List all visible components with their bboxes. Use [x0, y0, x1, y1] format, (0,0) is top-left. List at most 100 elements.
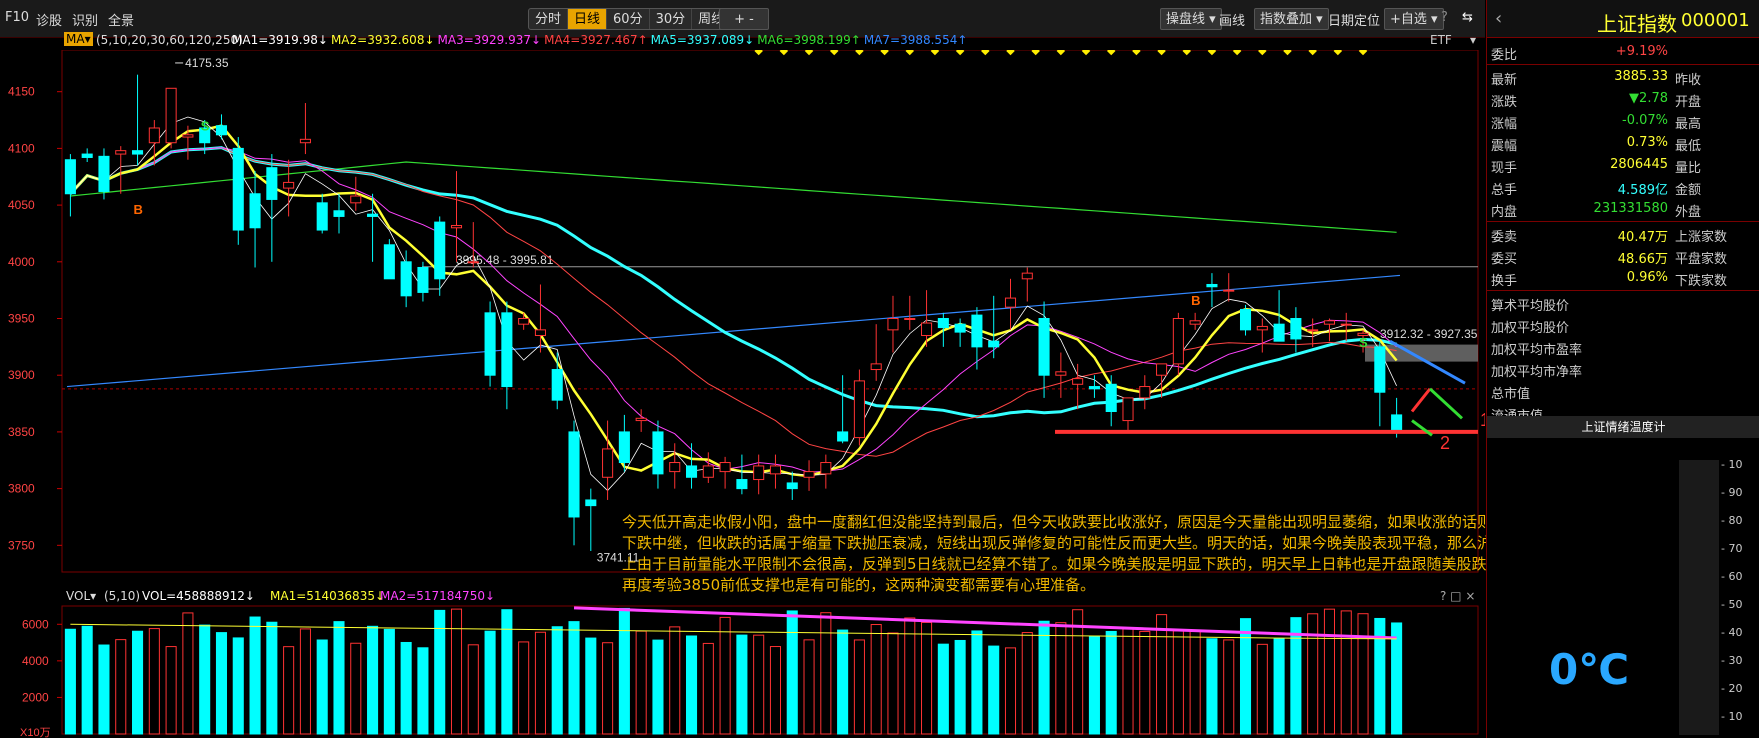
candle-body — [1021, 272, 1033, 280]
volume-bar — [333, 621, 345, 735]
volume-bar — [618, 607, 630, 735]
candle-body — [1374, 346, 1386, 393]
candle-body — [266, 167, 278, 200]
signal-diamond — [754, 50, 763, 56]
ma-params: (5,10,20,30,60,120,250) — [96, 33, 243, 47]
volume-bar — [1139, 630, 1151, 735]
volume-bar — [316, 639, 328, 735]
quote-label: 总手 — [1491, 183, 1518, 198]
candle-body — [1256, 325, 1268, 331]
date-locate-button[interactable]: 日期定位 — [1328, 10, 1380, 29]
quote-label: 涨幅 — [1491, 117, 1518, 132]
volume-bar — [1323, 608, 1335, 735]
strategy-line-button[interactable]: 操盘线 ▾ — [1160, 8, 1222, 30]
candle-body — [518, 318, 530, 325]
quote-value: 2806445 — [1610, 157, 1668, 172]
volume-bar — [820, 612, 832, 735]
signal-diamond — [1308, 50, 1317, 56]
volume-bar — [1105, 630, 1117, 735]
exit-icon[interactable]: ⇆ — [1462, 10, 1473, 25]
volume-bar — [803, 639, 815, 735]
help-icon[interactable]: ? — [1441, 10, 1448, 25]
volume-bar — [786, 610, 798, 735]
volume-bar — [1256, 643, 1268, 735]
vol-trend-line — [573, 606, 1397, 640]
candle-body — [316, 202, 328, 231]
volume-bar — [534, 631, 546, 735]
y-tick-label: 4150 — [8, 85, 35, 99]
quote-label: 换手 — [1491, 274, 1518, 289]
candle-body — [568, 431, 580, 518]
candle-body — [467, 261, 479, 264]
signal-diamond — [855, 50, 864, 56]
divider — [1487, 290, 1759, 291]
signal-diamond — [1132, 50, 1141, 56]
signal-diamond — [1333, 50, 1343, 56]
kline-chart[interactable]: 3750 3800 3850 3900 3950 4000 4050 4100 4150 3995… — [0, 50, 1485, 738]
etf-label: ETF — [1430, 33, 1452, 47]
gauge-tick: - 30 — [1721, 654, 1743, 667]
signal-b: B — [1191, 293, 1200, 308]
green-arrow — [1428, 387, 1464, 420]
volume-bar — [132, 630, 144, 735]
gauge-tick: - 50 — [1721, 598, 1743, 611]
candle-body — [1038, 318, 1050, 376]
draw-line-button[interactable]: 画线 — [1219, 10, 1245, 29]
sentiment-gauge — [1679, 460, 1719, 735]
vol-selector[interactable]: VOL▾ — [66, 589, 96, 603]
candle-body — [1340, 323, 1352, 326]
signal-diamond — [829, 50, 839, 56]
add-watchlist-button[interactable]: +自选 ▾ — [1384, 8, 1444, 30]
period-tab[interactable]: 日线 — [568, 9, 608, 29]
diagnose-button[interactable]: 诊股 — [36, 10, 62, 29]
candle-body — [1307, 329, 1319, 332]
signal-diamond — [905, 50, 915, 56]
candle-body — [1004, 297, 1017, 308]
quote-label: 涨跌 — [1491, 95, 1518, 110]
candle-body — [954, 323, 966, 333]
vol-window-icons[interactable]: ? □ × — [1440, 589, 1475, 603]
volume-bar — [1307, 613, 1319, 735]
quote-row: 换手 0.96% 下跌家数 — [1487, 267, 1759, 289]
quote-header: ‹ 上证指数 000001 — [1487, 0, 1759, 38]
period-tab[interactable]: 60分 — [607, 9, 650, 29]
recognize-button[interactable]: 识别 — [72, 10, 98, 29]
candle-body — [484, 312, 496, 376]
ma-legend: MA▾ (5,10,20,30,60,120,250) MA1=3919.98↓… — [0, 30, 1485, 50]
period-tab[interactable]: 30分 — [650, 9, 693, 29]
volume-bar — [988, 645, 1000, 735]
volume-bar — [249, 616, 261, 735]
vol-params: (5,10) — [104, 589, 141, 603]
quote-value: 3885.33 — [1614, 69, 1668, 84]
volume-bar — [937, 643, 949, 735]
quote-row: 委比 +9.19% — [1487, 41, 1759, 63]
signal-diamond — [1207, 50, 1217, 56]
quote-label: 外盘 — [1675, 205, 1702, 220]
dropdown-icon[interactable]: ▾ — [1470, 33, 1476, 47]
zoom-buttons[interactable]: + - — [719, 8, 769, 30]
full-view-button[interactable]: 全景 — [108, 10, 134, 29]
candle-body — [98, 155, 110, 192]
volume-bar — [870, 624, 882, 735]
volume-bar — [837, 629, 849, 735]
volume-bar — [585, 637, 597, 735]
volume-bar — [635, 630, 647, 735]
ma-values: MA1=3919.98↓ MA2=3932.608↓ MA3=3929.937↓ MA… — [232, 33, 970, 47]
quote-row: 震幅 0.73% 最低 — [1487, 132, 1759, 154]
quote-row: 涨幅 -0.07% 最高 — [1487, 110, 1759, 132]
period-tab[interactable]: 分时 — [529, 9, 569, 29]
ma-selector[interactable]: MA▾ — [64, 32, 93, 46]
index-overlay-button[interactable]: 指数叠加 ▾ — [1254, 8, 1329, 30]
volume-bar — [215, 632, 228, 735]
back-icon[interactable]: ‹ — [1495, 8, 1502, 29]
quote-label: 最高 — [1675, 117, 1702, 132]
candle-body — [1323, 320, 1335, 325]
volume-bar — [1172, 630, 1184, 735]
volume-bar — [1004, 647, 1017, 735]
candle-body — [367, 213, 379, 217]
volume-bar — [769, 646, 782, 735]
volume-bar — [1206, 638, 1218, 735]
f10-button[interactable]: F10 — [5, 10, 29, 25]
candle-body — [820, 462, 832, 475]
vol-ma2: MA2=517184750↓ — [380, 589, 496, 603]
